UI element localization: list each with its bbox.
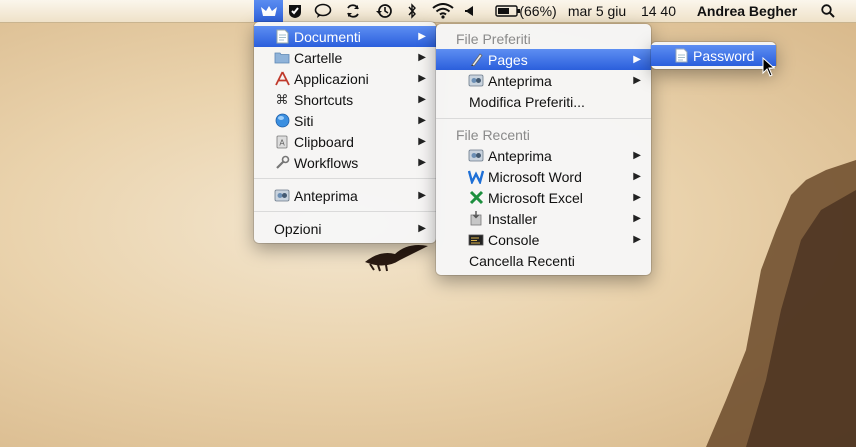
chat-bubble-icon[interactable] <box>312 0 334 22</box>
menu-item-label: Anteprima <box>294 187 358 204</box>
time-machine-icon[interactable] <box>372 0 396 22</box>
submenu-arrow-icon: ▶ <box>633 192 641 203</box>
menu-bar: (66%) mar 5 giu 14 40 Andrea Begher <box>0 0 856 23</box>
installer-icon <box>468 211 484 227</box>
menu-item-clipboard[interactable]: A Clipboard ▶ <box>254 131 436 152</box>
cliff-rock-image <box>706 160 856 447</box>
menu-item-opzioni[interactable]: Opzioni ▶ <box>254 218 436 239</box>
command-icon: ⌘ <box>275 91 289 107</box>
submenu-arrow-icon: ▶ <box>418 94 426 105</box>
menu-item-label: Console <box>488 231 540 248</box>
preview-icon <box>274 188 290 204</box>
submenu-arrow-icon: ▶ <box>418 73 426 84</box>
preview-icon <box>468 73 484 89</box>
menu-item-label: Pages <box>488 51 528 68</box>
submenu-arrow-icon: ▶ <box>633 150 641 161</box>
menubar-date[interactable]: mar 5 giu <box>563 0 631 22</box>
submenu-arrow-icon: ▶ <box>418 31 426 42</box>
pages-document-icon <box>673 48 689 64</box>
menu-item-label: Anteprima <box>488 147 552 164</box>
menu-item-siti[interactable]: Siti ▶ <box>254 110 436 131</box>
menu-item-documenti[interactable]: Documenti ▶ <box>254 26 436 47</box>
applications-icon <box>274 71 290 87</box>
word-icon <box>468 169 484 185</box>
menu-item-label: Cartelle <box>294 49 343 66</box>
menu-item-modifica-preferiti[interactable]: Modifica Preferiti... <box>436 91 651 112</box>
wrench-icon <box>274 155 290 171</box>
submenu-arrow-icon: ▶ <box>633 75 641 86</box>
menu-item-label: Microsoft Excel <box>488 189 583 206</box>
clipboard-icon: A <box>274 134 290 150</box>
app-launcher-icon[interactable] <box>254 0 283 22</box>
menu-item-label: Installer <box>488 210 538 227</box>
menu-item-label: Documenti <box>294 28 361 45</box>
menu-item-recent-console[interactable]: Console ▶ <box>436 229 651 250</box>
globe-icon <box>274 113 290 129</box>
menu-item-applicazioni[interactable]: Applicazioni ▶ <box>254 68 436 89</box>
menu-item-label: Microsoft Word <box>488 168 582 185</box>
menu-item-cartelle[interactable]: Cartelle ▶ <box>254 47 436 68</box>
sync-icon[interactable] <box>342 0 364 22</box>
menu-item-recent-excel[interactable]: Microsoft Excel ▶ <box>436 187 651 208</box>
volume-icon[interactable] <box>462 0 476 22</box>
main-menu: Documenti ▶ Cartelle ▶ Applicazioni ▶ ⌘ … <box>254 22 436 243</box>
menu-item-pages[interactable]: Pages ▶ <box>436 49 651 70</box>
menu-item-label: Modifica Preferiti... <box>469 93 585 110</box>
menubar-user-name[interactable]: Andrea Begher <box>691 0 803 22</box>
menu-item-label: Siti <box>294 112 314 129</box>
menu-item-recent-anteprima[interactable]: Anteprima ▶ <box>436 145 651 166</box>
pages-icon <box>468 52 484 68</box>
submenu-arrow-icon: ▶ <box>418 157 426 168</box>
checkmark-shield-icon[interactable] <box>285 0 305 22</box>
submenu-arrow-icon: ▶ <box>418 136 426 147</box>
menu-item-label: Cancella Recenti <box>469 252 575 269</box>
mouse-cursor-icon <box>762 57 776 77</box>
submenu-arrow-icon: ▶ <box>418 52 426 63</box>
excel-icon <box>468 190 484 206</box>
menu-item-label: Workflows <box>294 154 359 171</box>
menu-separator <box>436 118 651 119</box>
pages-submenu: Password <box>651 42 776 69</box>
menu-item-anteprima-favorite[interactable]: Anteprima ▶ <box>436 70 651 91</box>
bluetooth-icon[interactable] <box>404 0 420 22</box>
wifi-icon[interactable] <box>430 0 456 22</box>
submenu-arrow-icon: ▶ <box>633 54 641 65</box>
menu-item-password[interactable]: Password <box>651 45 776 66</box>
menu-item-label: Password <box>693 47 755 64</box>
menu-item-label: Anteprima <box>488 72 552 89</box>
favorites-header: File Preferiti <box>456 30 531 47</box>
menu-separator <box>254 211 436 212</box>
documenti-submenu: File Preferiti Pages ▶ Anteprima ▶ Modif… <box>436 24 651 275</box>
preview-icon <box>468 148 484 164</box>
console-icon <box>468 232 484 248</box>
menu-item-label: Applicazioni <box>294 70 369 87</box>
submenu-arrow-icon: ▶ <box>418 115 426 126</box>
document-icon <box>274 29 290 45</box>
submenu-arrow-icon: ▶ <box>418 190 426 201</box>
submenu-arrow-icon: ▶ <box>418 223 426 234</box>
menu-item-label: Clipboard <box>294 133 354 150</box>
folder-icon <box>274 50 290 66</box>
menu-item-anteprima[interactable]: Anteprima ▶ <box>254 185 436 206</box>
menu-item-workflows[interactable]: Workflows ▶ <box>254 152 436 173</box>
menu-item-shortcuts[interactable]: ⌘ Shortcuts ▶ <box>254 89 436 110</box>
menu-item-label: Opzioni <box>274 220 322 237</box>
recent-header: File Recenti <box>456 126 530 143</box>
submenu-arrow-icon: ▶ <box>633 213 641 224</box>
submenu-arrow-icon: ▶ <box>633 171 641 182</box>
battery-percentage: (66%) <box>519 3 557 19</box>
menu-item-cancella-recenti[interactable]: Cancella Recenti <box>436 250 651 271</box>
menu-item-recent-installer[interactable]: Installer ▶ <box>436 208 651 229</box>
menu-item-label: Shortcuts <box>294 91 354 108</box>
battery-icon[interactable] <box>494 0 522 22</box>
menu-separator <box>254 178 436 179</box>
svg-text:A: A <box>279 139 285 148</box>
menu-item-recent-word[interactable]: Microsoft Word ▶ <box>436 166 651 187</box>
spotlight-search-icon[interactable] <box>818 0 838 22</box>
menubar-time[interactable]: 14 40 <box>636 0 681 22</box>
submenu-arrow-icon: ▶ <box>633 234 641 245</box>
